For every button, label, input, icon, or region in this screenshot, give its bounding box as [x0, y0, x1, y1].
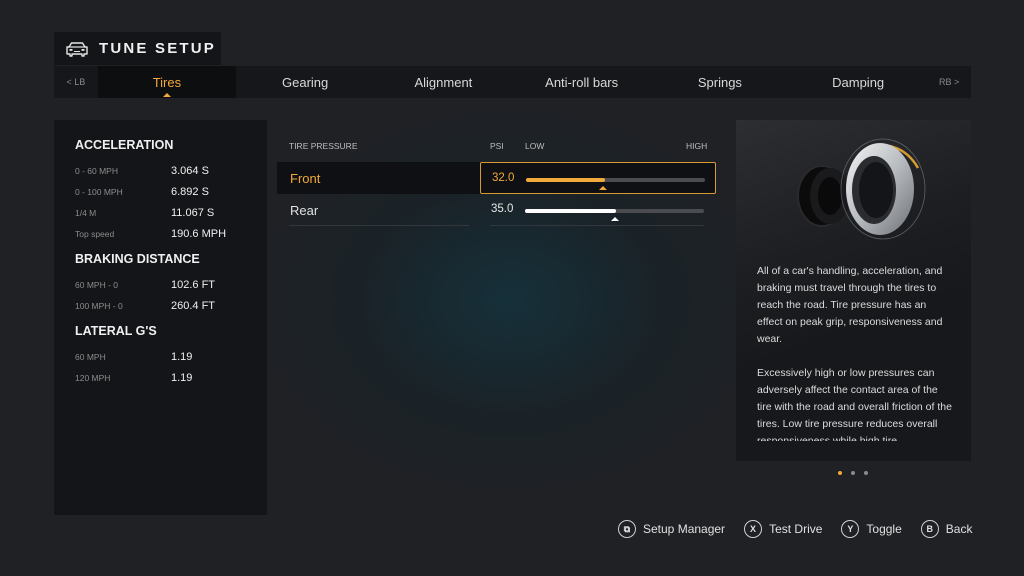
tab-label: Alignment [414, 74, 473, 90]
slider-fill [525, 209, 617, 213]
stat-row: Top speed 190.6 MPH [75, 223, 267, 244]
stat-label: 120 MPH [75, 372, 111, 383]
tab-next-rb[interactable]: RB > [927, 77, 971, 87]
tab-alignment[interactable]: Alignment [374, 66, 512, 98]
tab-bar: < LB Tires Gearing Alignment Anti-roll b… [54, 66, 971, 98]
page-title: TUNE SETUP [99, 40, 217, 57]
stat-value: 190.6 MPH [171, 227, 227, 240]
tire-illustration-icon [797, 138, 926, 240]
setup-manager-button[interactable]: ⧉ Setup Manager [618, 520, 725, 538]
performance-stats-panel: ACCELERATION 0 - 60 MPH 3.064 S 0 - 100 M… [54, 120, 267, 515]
stat-label: 60 MPH - 0 [75, 279, 118, 290]
stat-label: Top speed [75, 228, 115, 239]
toggle-button[interactable]: Y Toggle [841, 520, 902, 538]
stat-value: 11.067 S [171, 206, 215, 219]
tab-label: Springs [697, 74, 742, 90]
row-name: Rear [290, 202, 319, 218]
divider [289, 225, 469, 226]
info-panel: All of a car's handling, acceleration, a… [736, 120, 971, 461]
acceleration-group: ACCELERATION 0 - 60 MPH 3.064 S 0 - 100 M… [75, 138, 267, 244]
stat-value: 6.892 S [171, 185, 209, 198]
stat-value: 102.6 FT [171, 278, 216, 291]
front-pressure-slider[interactable]: 32.0 [480, 162, 716, 194]
slider-fill [526, 178, 605, 182]
stat-label: 60 MPH [75, 351, 106, 362]
hint-label: Test Drive [769, 522, 823, 536]
stat-label: 0 - 100 MPH [75, 186, 123, 197]
view-button-icon: ⧉ [618, 520, 636, 538]
lateral-group: LATERAL G'S 60 MPH 1.19 120 MPH 1.19 [75, 324, 267, 388]
page-indicator [838, 471, 868, 475]
tab-springs[interactable]: Springs [651, 66, 789, 98]
acceleration-heading: ACCELERATION [75, 138, 174, 152]
page-dot[interactable] [838, 471, 842, 475]
tab-gearing[interactable]: Gearing [236, 66, 374, 98]
slider-track[interactable] [526, 178, 705, 190]
default-marker-icon [598, 186, 607, 190]
hint-label: Back [945, 522, 973, 536]
hint-label: Toggle [866, 522, 902, 536]
low-label: LOW [525, 141, 545, 151]
b-button-icon: B [920, 520, 939, 538]
info-paragraph: Excessively high or low pressures can ad… [757, 367, 952, 441]
slider-track[interactable] [525, 209, 704, 221]
tab-damping[interactable]: Damping [789, 66, 927, 98]
tab-tires[interactable]: Tires [97, 66, 237, 98]
stat-label: 1/4 M [75, 207, 97, 218]
hint-label: Setup Manager [643, 522, 726, 536]
y-button-icon: Y [841, 520, 860, 538]
stat-row: 0 - 100 MPH 6.892 S [75, 181, 267, 202]
lateral-heading: LATERAL G'S [75, 324, 157, 338]
stat-value: 1.19 [171, 371, 193, 384]
divider [490, 225, 704, 226]
info-description[interactable]: All of a car's handling, acceleration, a… [757, 263, 953, 441]
tire-pressure-section: TIRE PRESSURE PSI LOW HIGH Front 32.0 Re… [277, 130, 717, 226]
stat-label: 100 MPH - 0 [75, 300, 123, 311]
test-drive-button[interactable]: X Test Drive [744, 520, 822, 538]
psi-value: 32.0 [492, 172, 515, 184]
stat-value: 1.19 [171, 350, 193, 363]
unit-label: PSI [490, 141, 504, 151]
tab-label: Damping [832, 74, 885, 90]
tab-label: Gearing [282, 74, 329, 90]
back-button[interactable]: B Back [920, 520, 973, 538]
tab-anti-roll-bars[interactable]: Anti-roll bars [513, 66, 651, 98]
info-paragraph: All of a car's handling, acceleration, a… [757, 265, 943, 345]
stat-row: 1/4 M 11.067 S [75, 202, 267, 223]
car-icon [66, 41, 88, 57]
stat-value: 3.064 S [171, 164, 209, 177]
tune-row-rear[interactable]: Rear 35.0 [277, 194, 717, 226]
tab-prev-lb[interactable]: < LB [54, 77, 98, 87]
tune-header: TIRE PRESSURE PSI LOW HIGH [277, 130, 717, 162]
button-hints: ⧉ Setup Manager X Test Drive Y Toggle B … [618, 520, 972, 538]
row-name: Front [277, 162, 481, 194]
stat-row: 0 - 60 MPH 3.064 S [75, 160, 267, 181]
stat-row: 60 MPH - 0 102.6 FT [75, 274, 267, 295]
page-header: TUNE SETUP [54, 32, 221, 65]
rear-pressure-slider[interactable]: 35.0 [480, 194, 716, 226]
stat-label: 0 - 60 MPH [75, 165, 118, 176]
psi-value: 35.0 [491, 203, 514, 215]
page-dot[interactable] [864, 471, 868, 475]
high-label: HIGH [686, 141, 708, 151]
stat-row: 100 MPH - 0 260.4 FT [75, 295, 267, 316]
stat-value: 260.4 FT [171, 299, 216, 312]
x-button-icon: X [744, 520, 763, 538]
section-label: TIRE PRESSURE [289, 141, 358, 151]
tune-row-front[interactable]: Front 32.0 [277, 162, 717, 194]
tab-label: Tires [152, 74, 182, 90]
braking-heading: BRAKING DISTANCE [75, 252, 200, 266]
page-dot[interactable] [851, 471, 855, 475]
default-marker-icon [610, 217, 619, 221]
stat-row: 120 MPH 1.19 [75, 367, 267, 388]
tab-label: Anti-roll bars [545, 74, 619, 90]
stat-row: 60 MPH 1.19 [75, 346, 267, 367]
braking-group: BRAKING DISTANCE 60 MPH - 0 102.6 FT 100 … [75, 252, 267, 316]
